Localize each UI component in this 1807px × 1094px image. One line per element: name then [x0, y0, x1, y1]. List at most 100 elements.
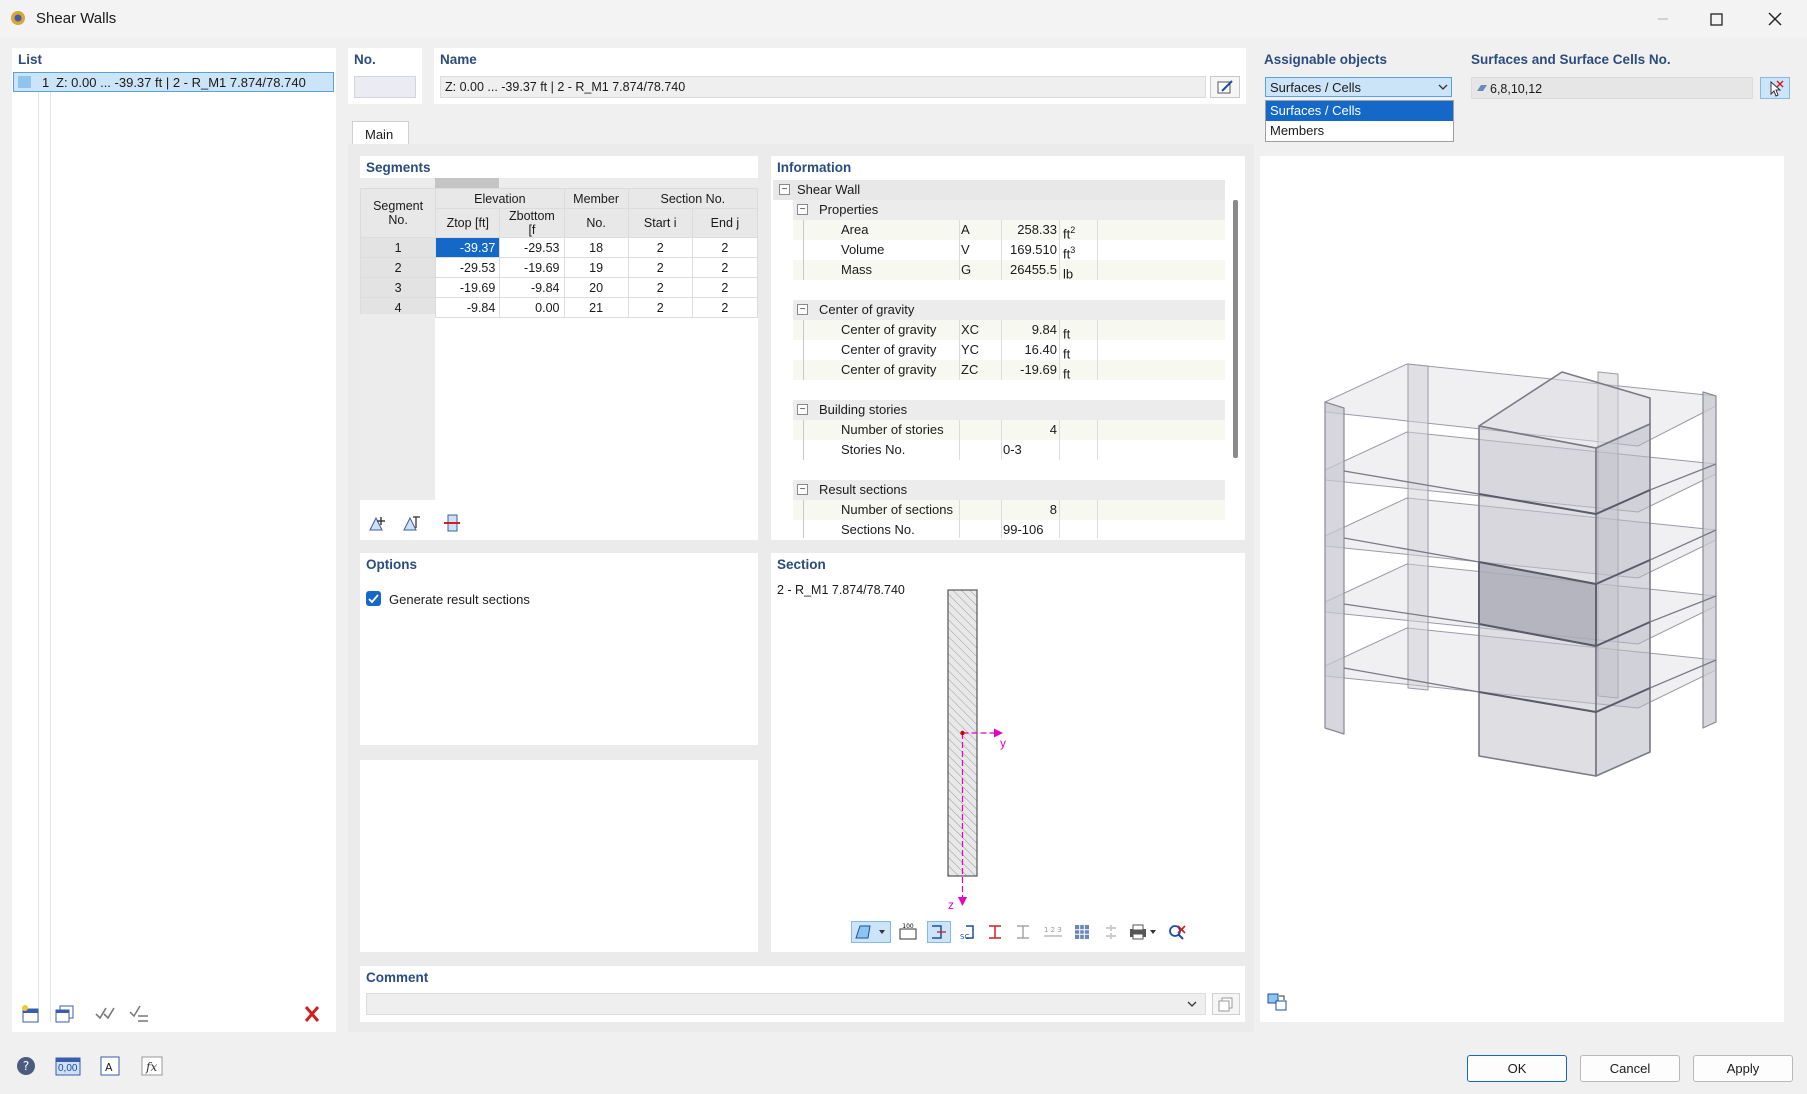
cell-zbottom[interactable]: -29.53 — [500, 238, 564, 258]
collapse-icon[interactable]: − — [797, 304, 808, 315]
tree-row[interactable]: Number of stories4 — [793, 420, 1225, 440]
assignable-select[interactable]: Surfaces / Cells — [1265, 77, 1452, 97]
cell-ztop[interactable]: -9.84 — [436, 298, 500, 318]
text-format-icon[interactable]: A — [96, 1054, 124, 1078]
list-item[interactable]: 1 Z: 0.00 ... -39.37 ft | 2 - R_M1 7.874… — [13, 72, 334, 92]
tree-row[interactable]: MassG26455.5lb — [793, 260, 1225, 280]
tree-row[interactable]: Center of gravityZC-19.69ft — [793, 360, 1225, 380]
cell-ztop[interactable]: -19.69 — [436, 278, 500, 298]
tree-row[interactable]: Center of gravityYC16.40ft — [793, 340, 1225, 360]
tree-row[interactable]: Stories No.0-3 — [793, 440, 1225, 460]
cell-start[interactable]: 2 — [628, 258, 692, 278]
column-divider — [1001, 220, 1002, 240]
view-switch-icon[interactable] — [1265, 991, 1289, 1013]
cell-ztop[interactable]: -29.53 — [436, 258, 500, 278]
tree-row[interactable]: Sections No.99-106 — [793, 520, 1225, 538]
name-field[interactable]: Z: 0.00 ... -39.37 ft | 2 - R_M1 7.874/7… — [440, 76, 1206, 98]
check-all-icon[interactable] — [93, 1003, 117, 1025]
pick-surfaces-icon[interactable] — [1760, 77, 1790, 99]
cell-start[interactable]: 2 — [628, 238, 692, 258]
cell-member[interactable]: 20 — [564, 278, 628, 298]
tree-root[interactable]: − Shear Wall — [773, 180, 1225, 200]
generate-result-sections-checkbox[interactable] — [366, 591, 381, 606]
comment-title: Comment — [366, 970, 428, 985]
tree-row-value: 99-106 — [1003, 520, 1043, 538]
close-icon[interactable] — [1762, 8, 1788, 30]
tree-row[interactable]: Number of sections8 — [793, 500, 1225, 520]
tab-main[interactable]: Main — [352, 121, 409, 145]
comment-input[interactable] — [366, 993, 1206, 1015]
uncheck-all-icon[interactable] — [127, 1003, 151, 1025]
comment-copy-icon[interactable] — [1212, 993, 1240, 1015]
copy-item-icon[interactable] — [53, 1003, 77, 1025]
units-icon[interactable]: 0,00 — [54, 1054, 82, 1078]
tree-row-symbol: G — [961, 260, 971, 280]
grid-icon[interactable] — [1070, 921, 1094, 943]
surfaces-field[interactable]: 6,8,10,12 — [1471, 77, 1753, 99]
tree-group-label: Center of gravity — [819, 300, 914, 320]
no-field[interactable] — [354, 76, 416, 98]
reset-view-icon[interactable] — [1165, 921, 1189, 943]
cell-zbottom[interactable]: 0.00 — [500, 298, 564, 318]
cell-member[interactable]: 21 — [564, 298, 628, 318]
table-row[interactable]: 1 -39.37 -29.53 18 2 2 — [361, 238, 758, 258]
cell-end[interactable]: 2 — [692, 258, 757, 278]
tree-row[interactable]: Center of gravityXC9.84ft — [793, 320, 1225, 340]
unit-exponent: 2 — [1070, 225, 1075, 235]
cell-member[interactable]: 19 — [564, 258, 628, 278]
print-icon[interactable] — [1125, 921, 1161, 943]
collapse-icon[interactable]: − — [797, 484, 808, 495]
cell-zbottom[interactable]: -19.69 — [500, 258, 564, 278]
dropdown-option-members[interactable]: Members — [1266, 121, 1453, 141]
collapse-icon[interactable]: − — [797, 204, 808, 215]
table-row[interactable]: 2 -29.53 -19.69 19 2 2 — [361, 258, 758, 278]
tree-group[interactable]: −Properties — [793, 200, 1225, 220]
cancel-button[interactable]: Cancel — [1580, 1055, 1680, 1082]
principal-axes-icon[interactable] — [983, 921, 1007, 943]
svg-text:A: A — [105, 1061, 113, 1074]
centroid-icon[interactable] — [927, 921, 951, 943]
apply-button[interactable]: Apply — [1693, 1055, 1793, 1082]
section-axes-icon[interactable] — [1011, 921, 1035, 943]
tree-row[interactable]: AreaA258.33ft2 — [793, 220, 1225, 240]
cell-end[interactable]: 2 — [692, 278, 757, 298]
cell-end[interactable]: 2 — [692, 298, 757, 318]
shear-center-icon[interactable]: SC — [955, 921, 979, 943]
function-icon[interactable]: fx — [138, 1054, 166, 1078]
vertical-scrollbar[interactable] — [1233, 200, 1238, 458]
model-preview-panel — [1260, 156, 1784, 1022]
table-row[interactable]: 3 -19.69 -9.84 20 2 2 — [361, 278, 758, 298]
display-options-icon[interactable] — [851, 921, 891, 943]
maximize-icon[interactable] — [1703, 8, 1729, 30]
cell-start[interactable]: 2 — [628, 278, 692, 298]
cell-ztop[interactable]: -39.37 — [436, 238, 500, 258]
collapse-icon[interactable]: − — [779, 184, 790, 195]
y-axis-label: y — [1000, 736, 1006, 750]
divide-segment-icon[interactable] — [400, 512, 424, 534]
tree-row[interactable]: VolumeV169.510ft3 — [793, 240, 1225, 260]
cancel-button-label: Cancel — [1610, 1061, 1650, 1076]
svg-text:1 2 3: 1 2 3 — [1044, 926, 1062, 934]
delete-icon[interactable] — [300, 1003, 324, 1025]
new-item-icon[interactable] — [19, 1003, 43, 1025]
minimize-icon[interactable] — [1650, 8, 1676, 30]
help-icon[interactable]: ? — [12, 1054, 40, 1078]
comment-dropdown-chevron-icon[interactable] — [1186, 998, 1198, 1013]
cell-member[interactable]: 18 — [564, 238, 628, 258]
insert-row-icon[interactable] — [366, 512, 390, 534]
tree-group[interactable]: −Center of gravity — [793, 300, 1225, 320]
tree-group[interactable]: −Building stories — [793, 400, 1225, 420]
stress-points-icon[interactable] — [1099, 921, 1123, 943]
numbering-icon[interactable]: 1 2 3 — [1041, 921, 1065, 943]
tree-group[interactable]: −Result sections — [793, 480, 1225, 500]
dropdown-option-surfaces[interactable]: Surfaces / Cells — [1266, 101, 1453, 121]
ok-button[interactable]: OK — [1467, 1055, 1567, 1082]
cell-end[interactable]: 2 — [692, 238, 757, 258]
cell-zbottom[interactable]: -9.84 — [500, 278, 564, 298]
delete-segment-icon[interactable] — [440, 512, 464, 534]
edit-name-icon[interactable] — [1210, 76, 1240, 98]
dimension-icon[interactable]: 100 — [896, 921, 920, 943]
cell-start[interactable]: 2 — [628, 298, 692, 318]
tree-guide — [803, 500, 804, 520]
collapse-icon[interactable]: − — [797, 404, 808, 415]
